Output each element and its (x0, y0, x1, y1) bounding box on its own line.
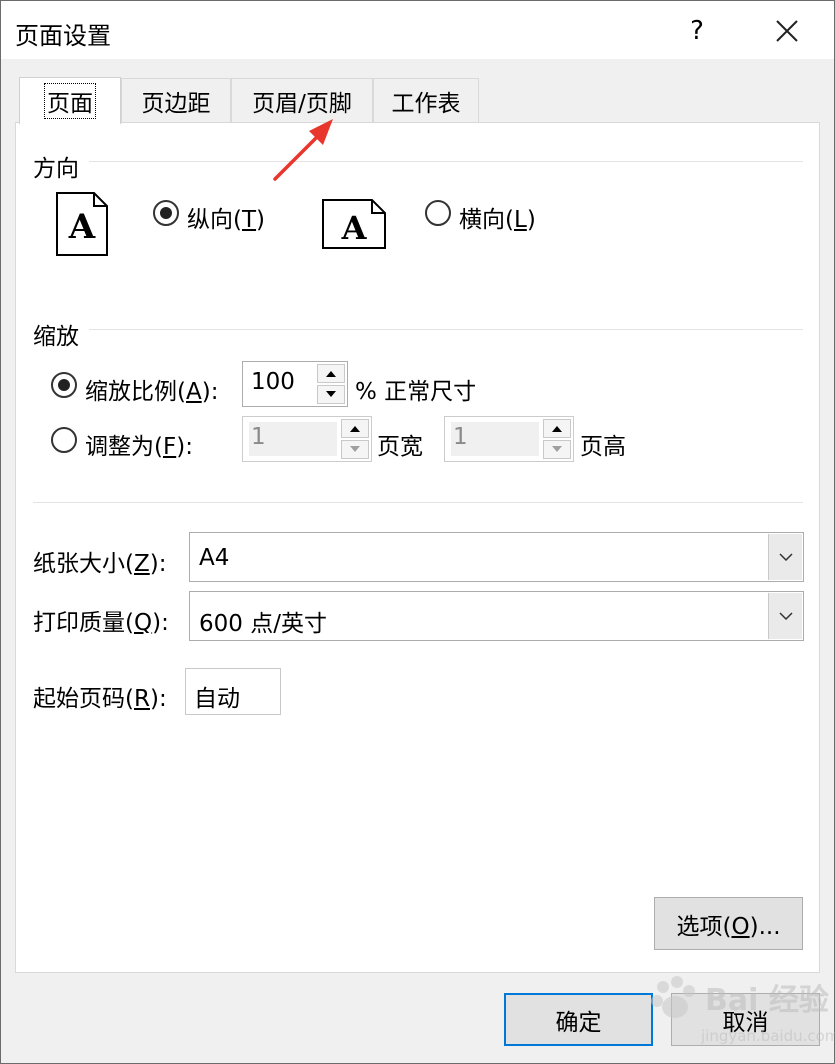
paper-size-select[interactable]: A4 (189, 532, 804, 582)
pages-wide-down-button[interactable] (341, 440, 369, 459)
paper-size-dropdown-button[interactable] (768, 534, 802, 580)
arrow-down-icon (350, 446, 360, 452)
scale-down-button[interactable] (317, 385, 345, 404)
help-button[interactable]: ? (673, 11, 721, 51)
pages-tall-label: 页高 (580, 434, 626, 460)
portrait-page-icon: A (56, 192, 108, 256)
scaling-group-title: 缩放 (33, 324, 79, 350)
pages-tall-down-button[interactable] (543, 440, 571, 459)
tab-page-label: 页面 (44, 83, 96, 119)
landscape-page-icon: A (322, 199, 386, 249)
print-quality-label: 打印质量(Q): (33, 610, 169, 636)
fit-pages-wide-value[interactable]: 1 (251, 424, 266, 450)
print-quality-select[interactable]: 600 点/英寸 (189, 591, 804, 641)
arrow-down-icon (552, 446, 562, 452)
tab-sheet-label: 工作表 (391, 91, 461, 117)
landscape-icon-letter: A (341, 209, 368, 247)
paw-logo-icon (651, 976, 695, 1018)
adjust-to-radio[interactable] (51, 372, 77, 398)
tab-margins-label: 页边距 (141, 91, 211, 117)
portrait-icon-letter: A (68, 207, 96, 247)
arrow-up-icon (326, 371, 336, 377)
arrow-up-icon (350, 426, 360, 432)
tab-margins[interactable]: 页边距 (121, 78, 231, 123)
arrow-down-icon (326, 391, 336, 397)
ok-button-label: 确定 (555, 1009, 602, 1036)
first-page-number-input[interactable]: 自动 (185, 668, 281, 715)
portrait-label[interactable]: 纵向(T) (187, 200, 265, 234)
pages-tall-up-button[interactable] (543, 419, 571, 438)
first-page-number-label: 起始页码(R): (33, 686, 167, 712)
landscape-label[interactable]: 横向(L) (459, 200, 536, 234)
orientation-group-title: 方向 (33, 156, 79, 182)
tab-sheet[interactable]: 工作表 (373, 78, 479, 123)
fit-to-radio[interactable] (51, 427, 77, 453)
title-bar: 页面设置 ? (1, 1, 834, 59)
print-quality-dropdown-button[interactable] (768, 593, 802, 639)
options-button-label: 选项(O)... (676, 913, 781, 940)
fit-pages-tall-spinner[interactable]: 1 (444, 416, 574, 462)
portrait-radio[interactable] (153, 200, 179, 226)
baidu-watermark: Bai 经验 jingyan.baidu.com (641, 967, 835, 1064)
scaling-divider (89, 329, 803, 330)
scale-percent-spinner[interactable]: 100 (242, 361, 348, 407)
orientation-divider (89, 161, 803, 162)
tab-page[interactable]: 页面 (19, 77, 121, 124)
section-divider (33, 502, 803, 503)
scale-unit-label: % 正常尺寸 (355, 379, 477, 405)
close-button[interactable] (761, 11, 813, 51)
annotation-arrow-icon (273, 119, 333, 181)
help-icon: ? (690, 16, 704, 46)
paper-size-label: 纸张大小(Z): (33, 551, 167, 577)
options-button[interactable]: 选项(O)... (654, 897, 803, 950)
first-page-number-value[interactable]: 自动 (194, 679, 240, 713)
ok-button[interactable]: 确定 (504, 993, 653, 1046)
arrow-up-icon (552, 426, 562, 432)
paper-size-value: A4 (199, 545, 230, 571)
fit-pages-tall-value[interactable]: 1 (453, 424, 468, 450)
pages-wide-up-button[interactable] (341, 419, 369, 438)
watermark-text: Bai 经验 (705, 983, 829, 1018)
close-icon (776, 20, 798, 42)
pages-wide-label: 页宽 (377, 434, 423, 460)
landscape-radio[interactable] (425, 200, 451, 226)
fit-pages-wide-spinner[interactable]: 1 (242, 416, 372, 462)
chevron-down-icon (778, 612, 793, 620)
adjust-to-label[interactable]: 缩放比例(A): (85, 372, 218, 406)
fit-to-label[interactable]: 调整为(F): (85, 427, 193, 461)
chevron-down-icon (778, 553, 793, 561)
page-setup-dialog: 页面设置 ? 页面 页边距 页眉/页脚 工作表 方向 A 纵向(T) A 横向(… (0, 0, 835, 1064)
watermark-url: jingyan.baidu.com (701, 1027, 835, 1045)
window-title: 页面设置 (15, 22, 111, 50)
print-quality-value: 600 点/英寸 (199, 611, 327, 637)
scale-percent-value[interactable]: 100 (251, 369, 295, 395)
scale-up-button[interactable] (317, 364, 345, 383)
